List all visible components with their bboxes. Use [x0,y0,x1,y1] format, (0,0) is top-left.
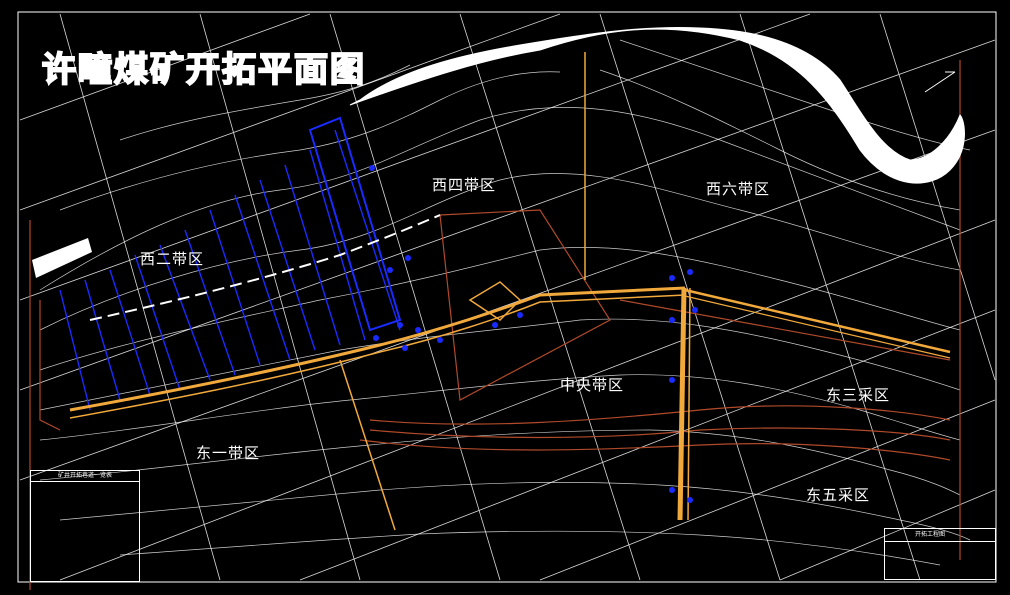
north-arrow-icon [924,71,956,93]
drawing-title: 许疃煤矿开拓平面图 [41,49,366,91]
zone-label-west-six: 西六带区 [706,180,771,198]
zone-label-west-four: 西四带区 [432,176,497,194]
title-block-name: 开拓工程图 [885,529,995,542]
title-block: 开拓工程图 [884,528,996,580]
zone-label-west-two: 西二带区 [140,250,205,268]
zone-label-east-one: 东一带区 [196,444,261,462]
zone-label-east-five: 东五采区 [806,486,871,504]
river [349,26,965,184]
river-west-fragment [32,238,92,278]
zone-label-east-three: 东三采区 [826,386,891,404]
legend-header: 矿井开拓巷道一览表 [31,471,139,482]
blue-workfaces [59,116,402,411]
roadway-legend-table: 矿井开拓巷道一览表 [30,470,140,582]
zone-label-central: 中央带区 [560,376,625,394]
